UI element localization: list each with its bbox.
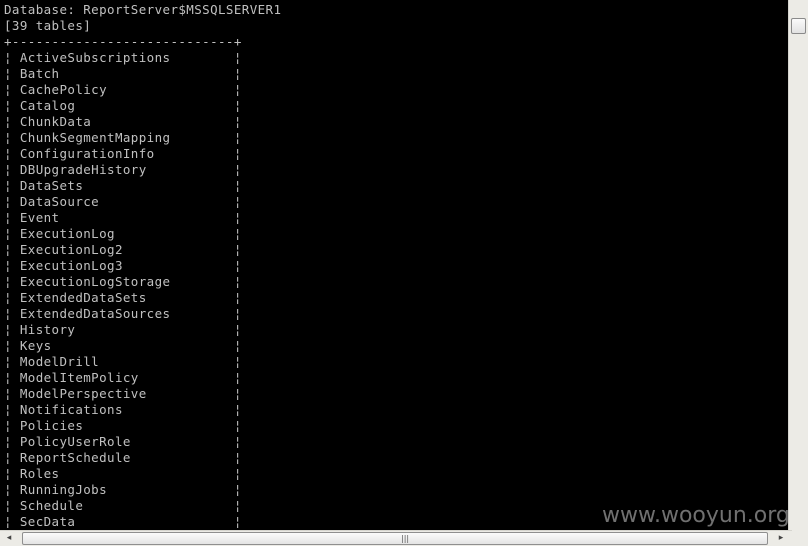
- scroll-left-arrow-icon[interactable]: ◂: [2, 532, 16, 545]
- grip-icon: |||: [401, 534, 410, 543]
- console-line: ¦ ExecutionLog ¦: [4, 226, 242, 241]
- console-line: ¦ CachePolicy ¦: [4, 82, 242, 97]
- console-lines: Database: ReportServer$MSSQLSERVER1 [39 t…: [4, 2, 281, 530]
- console-line: ¦ ChunkSegmentMapping ¦: [4, 130, 242, 145]
- console-line: ¦ ReportSchedule ¦: [4, 450, 242, 465]
- console-line: ¦ Batch ¦: [4, 66, 242, 81]
- horizontal-scrollbar[interactable]: ◂ ||| ▸: [0, 530, 808, 546]
- scroll-right-arrow-icon[interactable]: ▸: [774, 532, 788, 545]
- console-line: ¦ ActiveSubscriptions ¦: [4, 50, 242, 65]
- console-line: ¦ Policies ¦: [4, 418, 242, 433]
- vertical-scroll-thumb[interactable]: [791, 18, 806, 34]
- console-line: ¦ RunningJobs ¦: [4, 482, 242, 497]
- horizontal-scroll-thumb[interactable]: |||: [22, 532, 768, 545]
- console-line: ¦ ChunkData ¦: [4, 114, 242, 129]
- console-line: ¦ ExecutionLog2 ¦: [4, 242, 242, 257]
- console-line: ¦ SecData ¦: [4, 514, 242, 529]
- console-line: ¦ Keys ¦: [4, 338, 242, 353]
- console-line: ¦ PolicyUserRole ¦: [4, 434, 242, 449]
- console-line: ¦ ModelItemPolicy ¦: [4, 370, 242, 385]
- console-line: ¦ Schedule ¦: [4, 498, 242, 513]
- console-line: ¦ Roles ¦: [4, 466, 242, 481]
- console-line: ¦ Event ¦: [4, 210, 242, 225]
- console-line: ¦ ModelPerspective ¦: [4, 386, 242, 401]
- console-output[interactable]: Database: ReportServer$MSSQLSERVER1 [39 t…: [0, 0, 788, 530]
- vertical-scrollbar[interactable]: [788, 0, 808, 530]
- console-line: ¦ DBUpgradeHistory ¦: [4, 162, 242, 177]
- console-line: ¦ Notifications ¦: [4, 402, 242, 417]
- console-line: ¦ ExecutionLog3 ¦: [4, 258, 242, 273]
- scrollbar-corner: [792, 530, 808, 546]
- console-line: ¦ ModelDrill ¦: [4, 354, 242, 369]
- console-line: Database: ReportServer$MSSQLSERVER1: [4, 2, 282, 17]
- console-line: +----------------------------+: [4, 34, 242, 49]
- console-line: ¦ ExtendedDataSets ¦: [4, 290, 242, 305]
- console-line: [39 tables]: [4, 18, 92, 33]
- console-line: ¦ ExtendedDataSources ¦: [4, 306, 242, 321]
- watermark: www.wooyun.org: [602, 503, 790, 528]
- console-line: ¦ History ¦: [4, 322, 242, 337]
- console-line: ¦ DataSource ¦: [4, 194, 242, 209]
- console-line: ¦ DataSets ¦: [4, 178, 242, 193]
- console-line: ¦ ExecutionLogStorage ¦: [4, 274, 242, 289]
- console-line: ¦ Catalog ¦: [4, 98, 242, 113]
- console-line: ¦ ConfigurationInfo ¦: [4, 146, 242, 161]
